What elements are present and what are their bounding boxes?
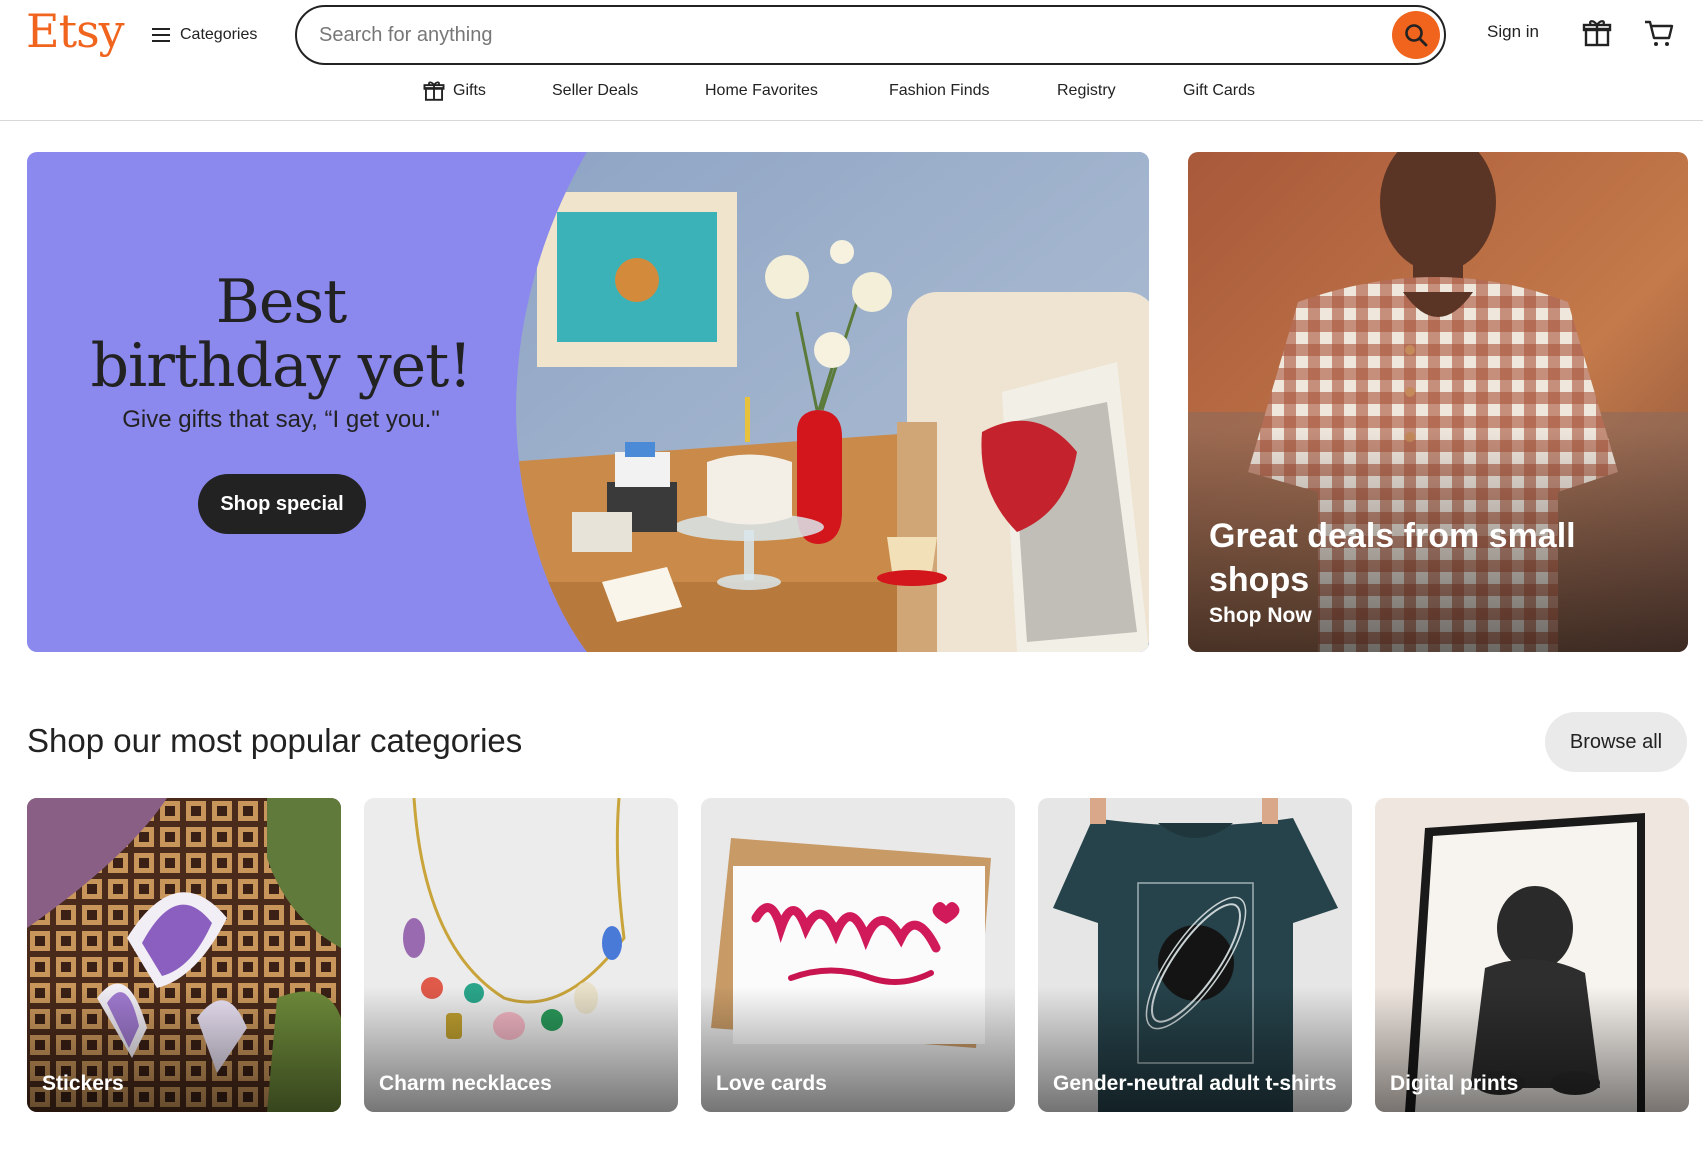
hero-banner[interactable]: Best birthday yet! Give gifts that say, … <box>27 152 1149 652</box>
category-label: Charm necklaces <box>379 1072 552 1095</box>
section-title: Shop our most popular categories <box>27 722 523 759</box>
hero-title-line2: birthday yet! <box>90 331 473 401</box>
search-button[interactable] <box>1392 11 1440 59</box>
nav-registry[interactable]: Registry <box>1057 82 1116 100</box>
love-cards-image <box>701 798 1015 1112</box>
cart-icon[interactable] <box>1643 18 1675 48</box>
nav-home-favorites[interactable]: Home Favorites <box>705 82 818 100</box>
browse-all-button[interactable]: Browse all <box>1545 712 1687 772</box>
category-label: Stickers <box>42 1072 124 1095</box>
shop-special-button[interactable]: Shop special <box>198 474 366 534</box>
stickers-image <box>27 798 341 1112</box>
hamburger-icon <box>152 28 170 42</box>
search-input[interactable] <box>297 7 1444 63</box>
category-card-charm-necklaces[interactable]: Charm necklaces <box>364 798 678 1112</box>
categories-menu-button[interactable]: Categories <box>152 22 257 48</box>
nav-gift-cards[interactable]: Gift Cards <box>1183 82 1255 100</box>
great-deals-card[interactable]: Great deals from small shops Shop Now <box>1188 152 1688 652</box>
category-card-stickers[interactable]: Stickers <box>27 798 341 1112</box>
site-header: Etsy Categories Sign in Gifts <box>0 0 1703 121</box>
gift-icon <box>423 81 445 101</box>
category-label: Love cards <box>716 1072 827 1095</box>
nav-label: Gifts <box>453 82 486 99</box>
nav-fashion-finds[interactable]: Fashion Finds <box>889 82 990 100</box>
digital-prints-image <box>1375 798 1689 1112</box>
nav-seller-deals[interactable]: Seller Deals <box>552 82 638 100</box>
hero-text-block: Best birthday yet! Give gifts that say, … <box>27 270 535 434</box>
search-icon <box>1405 24 1428 47</box>
sign-in-link[interactable]: Sign in <box>1487 22 1539 42</box>
deal-title: Great deals from small shops <box>1209 517 1576 599</box>
category-label: Gender-neutral adult t-shirts <box>1053 1072 1337 1095</box>
category-card-t-shirts[interactable]: Gender-neutral adult t-shirts <box>1038 798 1352 1112</box>
shop-now-link[interactable]: Shop Now <box>1209 604 1312 628</box>
category-label: Digital prints <box>1390 1072 1519 1095</box>
hero-subtitle: Give gifts that say, “I get you." <box>122 406 440 433</box>
t-shirts-image <box>1038 798 1352 1112</box>
charm-necklaces-image <box>364 798 678 1112</box>
hero-title-line1: Best <box>215 267 348 337</box>
gift-icon[interactable] <box>1582 18 1612 48</box>
search-bar <box>295 5 1446 65</box>
nav-gifts[interactable]: Gifts <box>423 80 486 102</box>
category-cards: Stickers Charm necklaces Love cards Gend… <box>27 798 1689 1112</box>
category-card-love-cards[interactable]: Love cards <box>701 798 1015 1112</box>
categories-label: Categories <box>180 26 258 43</box>
etsy-logo[interactable]: Etsy <box>26 4 125 58</box>
category-card-digital-prints[interactable]: Digital prints <box>1375 798 1689 1112</box>
